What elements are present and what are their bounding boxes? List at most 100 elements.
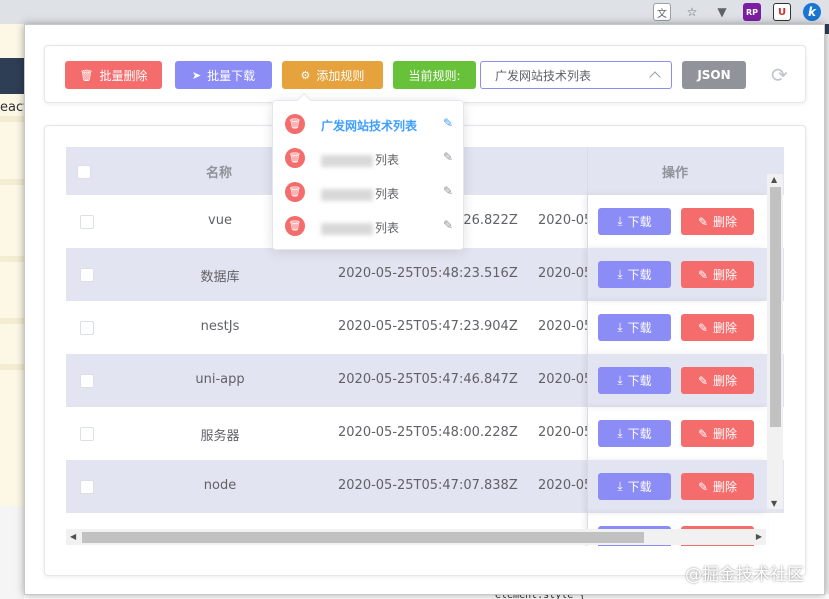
rule-option-label: 列表 (375, 221, 400, 235)
edit-icon[interactable]: ✎ (443, 218, 453, 232)
edit-icon: ✎ (697, 479, 709, 494)
select-all-checkbox[interactable] (77, 165, 91, 179)
delete-button[interactable]: ✎ 删除 (681, 208, 754, 235)
blurred-text (321, 188, 373, 201)
download-icon: ⤓ (617, 479, 623, 493)
blurred-text (321, 154, 373, 167)
download-icon: ⤓ (617, 267, 623, 281)
edit-icon: ✎ (697, 214, 709, 229)
trash-icon[interactable]: 🗑 (285, 114, 305, 134)
translate-icon[interactable]: 文 (653, 3, 671, 21)
watermark: @掘金技术社区 (685, 565, 804, 585)
delete-button[interactable]: ✎ 删除 (681, 314, 754, 341)
scroll-left-icon[interactable]: ◀ (70, 532, 76, 541)
extension-popup: 🗑 批量删除 ➤ 批量下载 ⚙ 添加规则 当前规则: 广发网站技术列表 JSON… (24, 24, 825, 595)
row-name: uni-app (195, 372, 245, 387)
column-header-name: 名称 (206, 166, 233, 181)
row-time-secondary: 2020-05 (538, 478, 588, 493)
table-row: node 2020-05-25T05:47:07.838Z 2020-05 ⤓ 下… (66, 460, 784, 513)
download-button[interactable]: ⤓ 下载 (598, 473, 671, 500)
refresh-icon[interactable]: ⟳ (771, 63, 788, 87)
row-operations: ⤓ 下载 ✎ 删除 (588, 301, 768, 354)
row-checkbox[interactable] (80, 321, 94, 335)
download-button[interactable]: ⤓ 下载 (598, 420, 671, 447)
row-checkbox[interactable] (80, 268, 94, 282)
batch-download-button[interactable]: ➤ 批量下载 (175, 61, 272, 89)
row-name: node (203, 478, 237, 493)
gear-icon: ⚙ (300, 68, 311, 82)
table-row: 数据库 2020-05-25T05:48:23.516Z 2020-05 ⤓ 下载… (66, 248, 784, 301)
rule-option-label: 广发网站技术列表 (321, 119, 418, 133)
rule-option[interactable]: 🗑 列表 ✎ (273, 142, 465, 176)
rp-extension-icon[interactable]: RP (743, 3, 761, 21)
edit-icon: ✎ (697, 373, 709, 388)
download-button[interactable]: ⤓ 下载 (598, 261, 671, 288)
bookmark-extension-icon[interactable]: U (773, 3, 791, 21)
table-row: uni-app 2020-05-25T05:47:46.847Z 2020-05… (66, 354, 784, 407)
row-time-secondary: 2020-05 (538, 425, 588, 440)
row-time-secondary: 2020-05 (538, 266, 588, 281)
rule-option[interactable]: 🗑 列表 ✎ (273, 210, 465, 244)
row-time: 2020-05-25T05:47:23.904Z (338, 319, 518, 334)
add-rule-button[interactable]: ⚙ 添加规则 (282, 61, 383, 89)
rule-option-label: 列表 (375, 187, 400, 201)
download-button[interactable]: ⤓ 下载 (598, 208, 671, 235)
rule-option[interactable]: 🗑 列表 ✎ (273, 176, 465, 210)
json-button[interactable]: JSON (682, 61, 746, 89)
row-time-secondary: 2020-05 (538, 213, 588, 228)
background-page-left: eact (0, 24, 28, 599)
scroll-right-icon[interactable]: ▶ (756, 532, 762, 541)
rule-option[interactable]: 🗑 广发网站技术列表 ✎ (273, 108, 465, 142)
toolbar: 🗑 批量删除 ➤ 批量下载 ⚙ 添加规则 当前规则: 广发网站技术列表 JSON… (44, 45, 806, 103)
row-checkbox[interactable] (80, 480, 94, 494)
scrollbar-thumb[interactable] (770, 187, 781, 427)
edit-icon: ✎ (697, 426, 709, 441)
batch-delete-button[interactable]: 🗑 批量删除 (65, 61, 162, 89)
current-rule-label: 当前规则: (393, 61, 476, 89)
delete-button[interactable]: ✎ 删除 (681, 261, 754, 288)
delete-button[interactable]: ✎ 删除 (681, 420, 754, 447)
row-operations: ⤓ 下载 ✎ 删除 (588, 248, 768, 301)
k-extension-icon[interactable]: k (803, 3, 821, 21)
row-time: 2020-05-25T05:48:00.228Z (338, 425, 518, 440)
row-checkbox[interactable] (80, 374, 94, 388)
scrollbar-thumb[interactable] (82, 532, 644, 543)
row-checkbox[interactable] (80, 215, 94, 229)
row-operations: ⤓ 下载 ✎ 删除 (588, 460, 768, 513)
edit-icon[interactable]: ✎ (443, 116, 453, 130)
trash-icon[interactable]: 🗑 (285, 182, 305, 202)
scroll-down-icon[interactable]: ▼ (771, 499, 777, 508)
download-button[interactable]: ⤓ 下载 (598, 367, 671, 394)
row-checkbox[interactable] (80, 427, 94, 441)
extension-icons: 文 ☆ ▼ RP U k (653, 0, 821, 24)
trash-icon[interactable]: 🗑 (285, 216, 305, 236)
download-button[interactable]: ⤓ 下载 (598, 314, 671, 341)
rule-option-label: 列表 (375, 153, 400, 167)
row-name: nestJs (200, 319, 240, 334)
trash-icon[interactable]: 🗑 (285, 148, 305, 168)
chevron-up-icon (649, 71, 661, 83)
row-time: 2020-05-25T05:48:23.516Z (338, 266, 518, 281)
row-name: 数据库 (200, 270, 240, 285)
row-name: 服务器 (200, 429, 240, 444)
blurred-text (321, 222, 373, 235)
table-horizontal-scrollbar[interactable]: ◀ ▶ (66, 529, 766, 545)
rule-select-value: 广发网站技术列表 (495, 68, 592, 83)
vpn-icon[interactable]: ▼ (713, 3, 731, 21)
row-operations: ⤓ 下载 ✎ 删除 (588, 195, 768, 248)
delete-button[interactable]: ✎ 删除 (681, 473, 754, 500)
rule-dropdown-menu: 🗑 广发网站技术列表 ✎ 🗑 列表 ✎ 🗑 列表 ✎ 🗑 列表 ✎ (272, 92, 465, 250)
browser-toolbar: 文 ☆ ▼ RP U k (0, 0, 829, 24)
row-time: 2020-05-25T05:47:46.847Z (338, 372, 518, 387)
delete-button[interactable]: ✎ 删除 (681, 367, 754, 394)
edit-icon[interactable]: ✎ (443, 184, 453, 198)
table-vertical-scrollbar[interactable]: ▲ ▼ (767, 174, 783, 509)
row-time: 2020-05-25T05:47:07.838Z (338, 478, 518, 493)
row-operations: ⤓ 下载 ✎ 删除 (588, 407, 768, 460)
edit-icon: ✎ (697, 267, 709, 282)
scroll-up-icon[interactable]: ▲ (771, 175, 777, 184)
rule-select[interactable]: 广发网站技术列表 (480, 61, 672, 89)
table-row: nestJs 2020-05-25T05:47:23.904Z 2020-05 … (66, 301, 784, 354)
star-icon[interactable]: ☆ (683, 3, 701, 21)
edit-icon[interactable]: ✎ (443, 150, 453, 164)
